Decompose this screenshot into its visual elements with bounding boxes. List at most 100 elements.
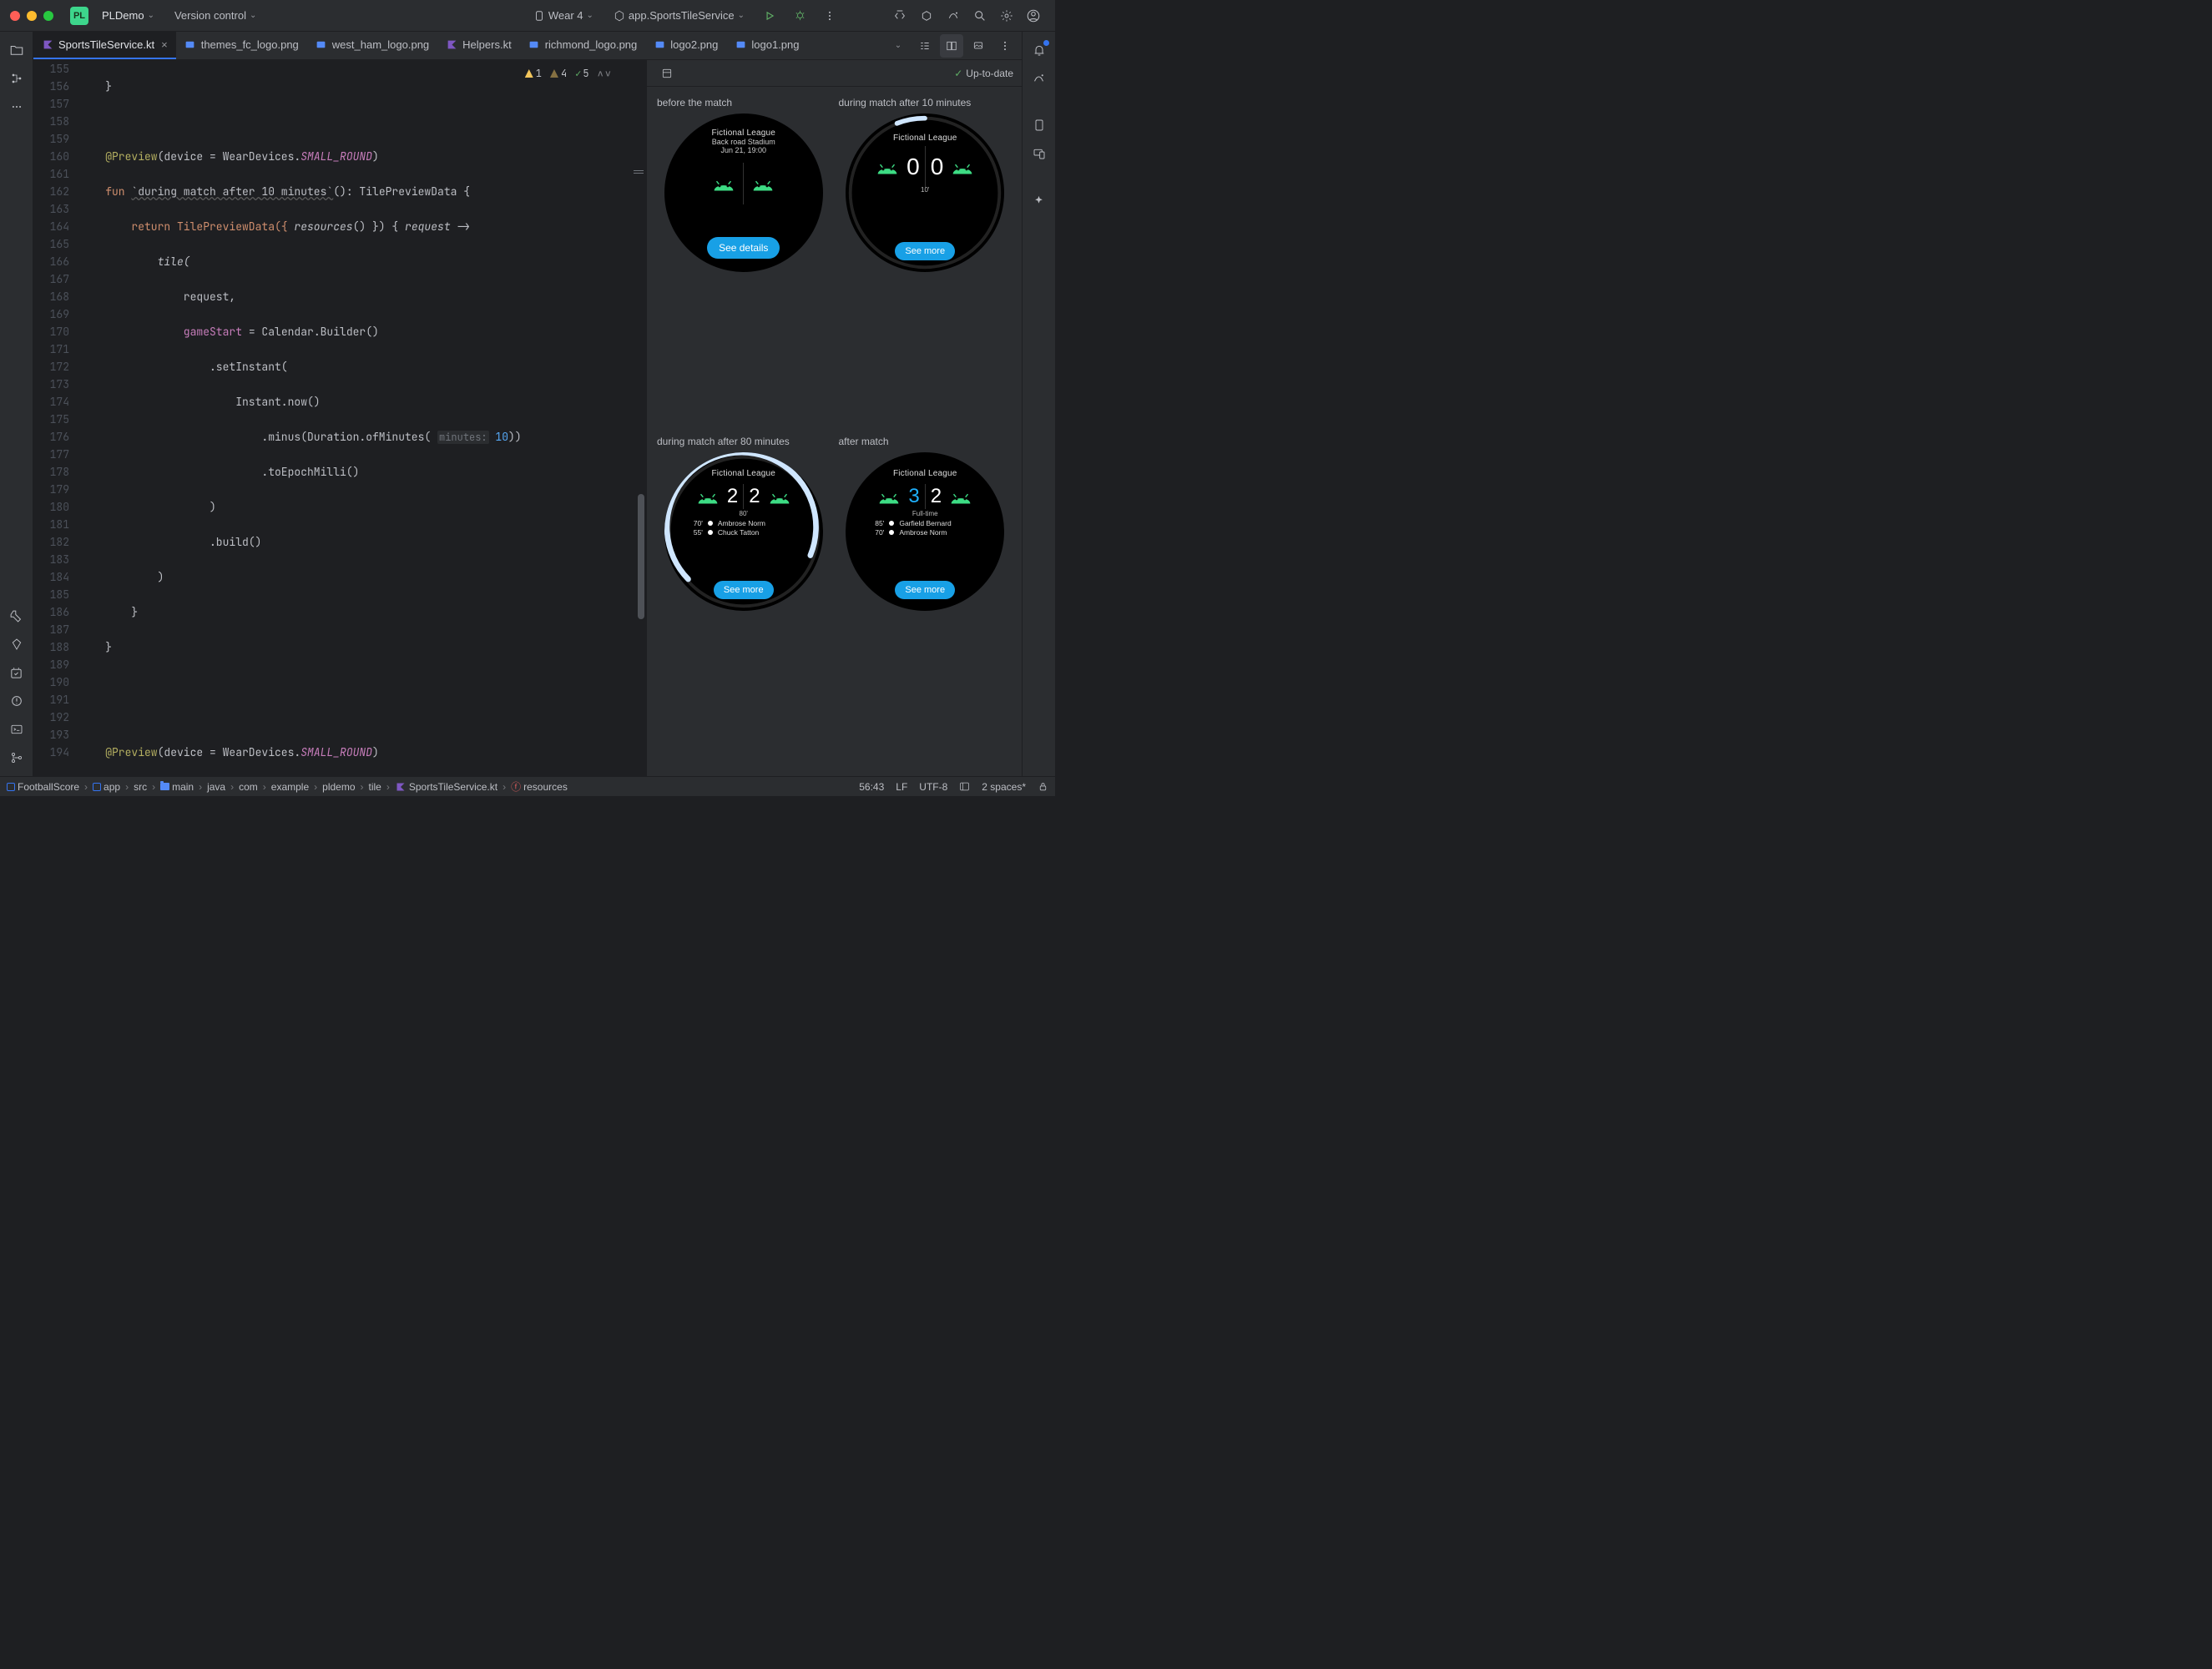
view-split-icon[interactable] (940, 34, 963, 58)
run-config-selector[interactable]: app.SportsTileService ⌄ (607, 8, 751, 23)
editor-scrollbar[interactable] (636, 60, 646, 776)
tab-helpers[interactable]: Helpers.kt (437, 32, 520, 59)
line-separator[interactable]: LF (896, 781, 907, 793)
lock-icon[interactable] (1038, 781, 1048, 792)
logcat-tool-button[interactable] (5, 661, 28, 684)
preview-after-match: after match Fictional League 3 2 Full-ti… (839, 436, 1013, 766)
tab-richmond-logo[interactable]: richmond_logo.png (520, 32, 646, 59)
project-tool-button[interactable] (5, 38, 28, 62)
preview-before-match: before the match Fictional League Back r… (657, 97, 831, 427)
inspections-button[interactable] (942, 4, 965, 28)
chevron-down-icon: ⌄ (587, 11, 593, 20)
view-design-icon[interactable] (967, 34, 990, 58)
tab-logo2[interactable]: logo2.png (645, 32, 726, 59)
tab-west-ham-logo[interactable]: west_ham_logo.png (307, 32, 437, 59)
watch-face[interactable]: Fictional League 3 2 Full-time 85'Garfie… (846, 452, 1004, 611)
settings-button[interactable] (995, 4, 1018, 28)
watch-face[interactable]: Fictional League 0 0 10' See more (846, 113, 1004, 272)
module-icon (93, 783, 101, 791)
view-list-icon[interactable] (913, 34, 937, 58)
preview-during-80min: during match after 80 minutes Fictional … (657, 436, 831, 766)
more-tools-button[interactable] (5, 95, 28, 118)
breadcrumb-item[interactable]: com (239, 781, 258, 793)
device-manager-button[interactable] (1028, 113, 1051, 137)
zoom-window-button[interactable] (43, 11, 53, 21)
score-separator (925, 484, 926, 509)
close-window-button[interactable] (10, 11, 20, 21)
match-time: Full-time (912, 510, 938, 517)
stadium-label: Back road Stadium (712, 138, 775, 146)
search-button[interactable] (968, 4, 992, 28)
debug-button[interactable] (788, 4, 811, 28)
breadcrumb-item[interactable]: src (134, 781, 147, 793)
device-label: Wear 4 (548, 9, 583, 22)
date-label: Jun 21, 19:00 (720, 146, 766, 154)
readonly-toggle-icon[interactable] (959, 781, 970, 792)
running-devices-button[interactable] (1028, 142, 1051, 165)
breadcrumb-item[interactable]: SportsTileService.kt (409, 781, 497, 793)
device-selector[interactable]: Wear 4 ⌄ (527, 8, 600, 23)
indent-setting[interactable]: 2 spaces* (982, 781, 1026, 793)
tab-themes-fc-logo[interactable]: themes_fc_logo.png (176, 32, 307, 59)
build-tool-button[interactable] (5, 604, 28, 628)
close-icon[interactable]: × (161, 38, 168, 51)
module-icon (7, 783, 15, 791)
file-encoding[interactable]: UTF-8 (919, 781, 947, 793)
image-file-icon (316, 39, 327, 51)
run-button[interactable] (758, 4, 781, 28)
home-team-icon (710, 174, 738, 194)
folder-icon (160, 783, 169, 790)
project-menu[interactable]: PLDemo ⌄ (95, 8, 161, 23)
breadcrumb-item[interactable]: main (172, 781, 194, 793)
warning-count: 1 (525, 65, 542, 83)
cta-button[interactable]: See more (895, 581, 955, 599)
vcs-menu[interactable]: Version control ⌄ (168, 8, 263, 23)
more-actions-button[interactable] (818, 4, 841, 28)
code-editor[interactable]: 1551561571581591601611621631641651661671… (33, 60, 646, 776)
tab-label: Helpers.kt (462, 38, 512, 51)
breadcrumb-item[interactable]: tile (369, 781, 381, 793)
notifications-button[interactable] (1028, 38, 1051, 62)
breadcrumb-item[interactable]: app (104, 781, 120, 793)
weak-warning-count: 4 (550, 65, 567, 83)
breadcrumb-item[interactable]: resources (523, 781, 568, 793)
tab-options-button[interactable] (993, 34, 1017, 58)
terminal-tool-button[interactable] (5, 718, 28, 741)
preview-surface-button[interactable] (655, 62, 679, 85)
watch-face[interactable]: Fictional League Back road Stadium Jun 2… (664, 113, 823, 272)
right-toolbar (1022, 32, 1055, 776)
inspection-nav[interactable]: ∧∨ (598, 65, 611, 83)
window-controls (10, 11, 53, 21)
cta-button[interactable]: See details (707, 237, 780, 259)
chevron-down-icon: ⌄ (250, 11, 256, 20)
structure-tool-button[interactable] (5, 67, 28, 90)
breadcrumb-item[interactable]: java (207, 781, 225, 793)
problems-tool-button[interactable] (5, 689, 28, 713)
account-button[interactable] (1022, 4, 1045, 28)
tabs-dropdown-button[interactable]: ⌄ (886, 34, 910, 58)
breadcrumbs[interactable]: FootballScore › app › src › main › java … (7, 779, 568, 794)
caret-position[interactable]: 56:43 (859, 781, 884, 793)
vcs-tool-button[interactable] (5, 746, 28, 769)
watch-face[interactable]: Fictional League 2 2 80' 70'Ambrose Norm (664, 452, 823, 611)
minimize-window-button[interactable] (27, 11, 37, 21)
breadcrumb-item[interactable]: pldemo (322, 781, 355, 793)
chevron-down-icon: ⌄ (738, 11, 745, 20)
gradle-button[interactable] (1028, 67, 1051, 90)
league-label: Fictional League (711, 129, 775, 138)
tab-label: logo2.png (670, 38, 718, 51)
services-button[interactable] (915, 4, 938, 28)
gems-tool-button[interactable] (5, 633, 28, 656)
status-bar: FootballScore › app › src › main › java … (0, 776, 1055, 796)
breadcrumb-item[interactable]: FootballScore (18, 781, 79, 793)
tab-label: logo1.png (751, 38, 799, 51)
inspection-widget[interactable]: 1 4 5 ∧∨ (525, 65, 611, 83)
scrollbar-thumb[interactable] (638, 494, 644, 619)
breadcrumb-item[interactable]: example (271, 781, 309, 793)
ai-assistant-button[interactable] (1028, 189, 1051, 212)
tab-sportstileservice[interactable]: SportsTileService.kt × (33, 32, 176, 59)
module-icon (614, 10, 625, 22)
project-badge: PL (70, 7, 88, 25)
tab-logo1[interactable]: logo1.png (726, 32, 807, 59)
code-with-me-button[interactable] (888, 4, 912, 28)
